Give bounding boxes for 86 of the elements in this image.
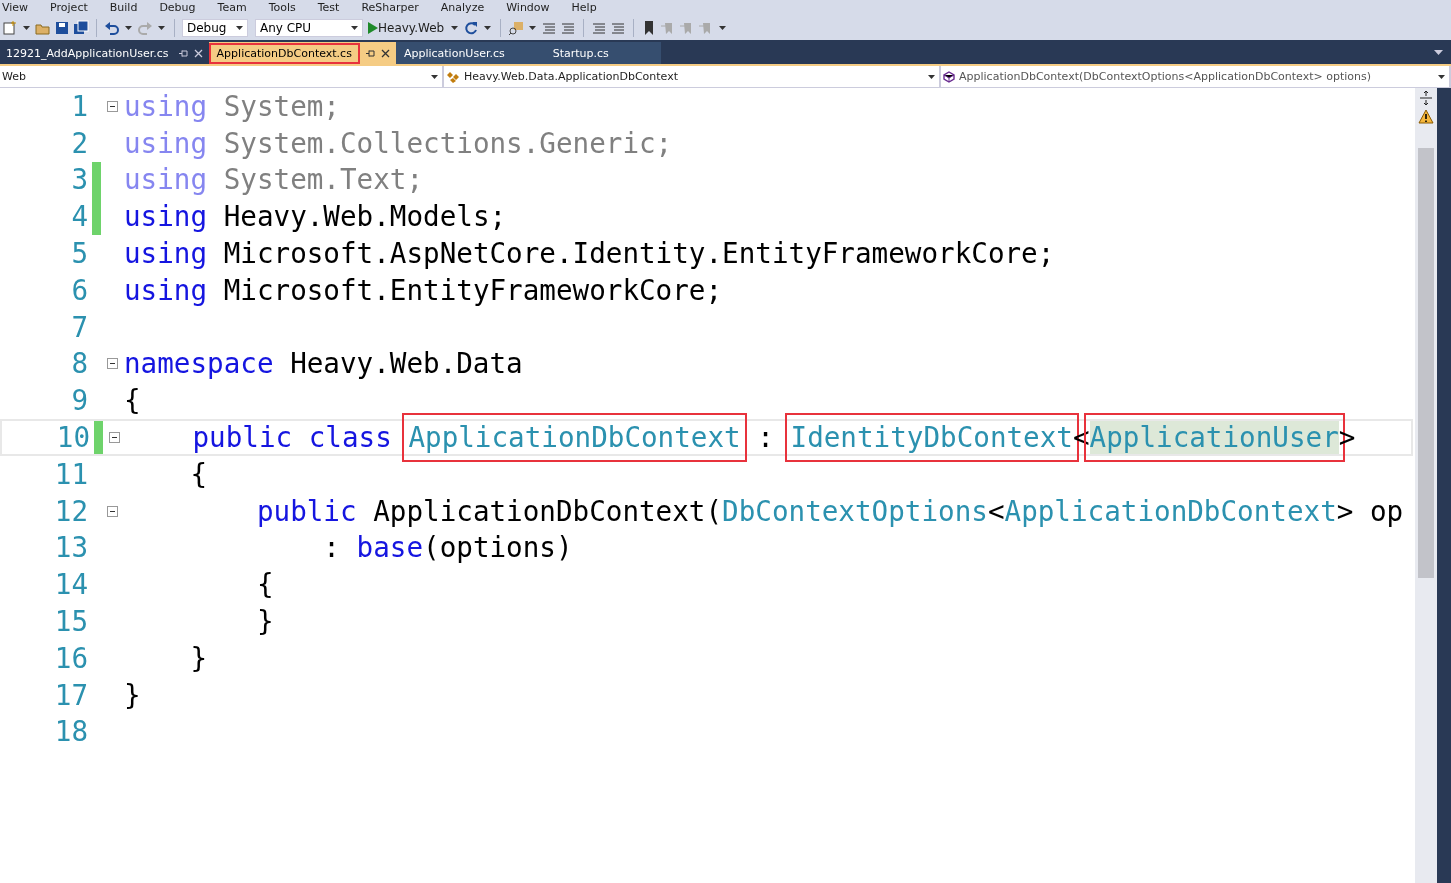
- start-button[interactable]: Heavy.Web: [366, 20, 447, 35]
- line-number: 5: [70, 237, 88, 271]
- caret-icon[interactable]: [236, 25, 243, 30]
- new-project-icon[interactable]: [2, 19, 18, 36]
- line-number: 9: [70, 384, 88, 418]
- line-number: 8: [70, 347, 88, 381]
- menu-item[interactable]: ReSharper: [361, 1, 419, 14]
- code-line: using System;: [124, 89, 340, 123]
- document-tab[interactable]: ApplicationUser.cs: [395, 42, 521, 64]
- document-tab[interactable]: ApplicationDbContext.cs: [208, 42, 396, 64]
- line-number: 17: [53, 678, 88, 712]
- code-line: }: [255, 605, 274, 639]
- platform-dropdown[interactable]: Any CPU: [255, 18, 363, 37]
- code-line: {: [189, 457, 208, 491]
- line-number: 12: [53, 494, 88, 528]
- collapse-icon[interactable]: [107, 100, 118, 112]
- project-dropdown[interactable]: Web: [0, 66, 444, 87]
- line-number: 1: [70, 89, 88, 123]
- menu-item[interactable]: Debug: [159, 1, 196, 14]
- menu-item[interactable]: Analyze: [440, 1, 485, 14]
- code-line: {: [255, 568, 274, 602]
- caret-icon[interactable]: [431, 74, 438, 79]
- line-number: 18: [53, 715, 88, 749]
- code-line: using System.Text;: [124, 163, 424, 197]
- save-icon[interactable]: [54, 19, 70, 36]
- line-number: 13: [53, 531, 88, 565]
- line-number: 7: [70, 310, 88, 344]
- menu-item[interactable]: Test: [317, 1, 340, 14]
- line-number: 3: [70, 163, 88, 197]
- code-line: using Microsoft.EntityFrameworkCore;: [124, 273, 723, 307]
- configuration-dropdown[interactable]: Debug: [182, 18, 248, 37]
- warning-icon[interactable]: [1418, 109, 1434, 125]
- close-icon[interactable]: [380, 48, 390, 58]
- caret-icon[interactable]: [158, 25, 165, 30]
- code-line: {: [124, 384, 141, 418]
- menu-item[interactable]: Help: [571, 1, 597, 14]
- line-number: 4: [70, 200, 88, 234]
- scroll-thumb[interactable]: [1418, 148, 1434, 578]
- code-line: using Microsoft.AspNetCore.Identity.EntityFrameworkCore;: [124, 237, 1055, 271]
- refresh-icon[interactable]: [463, 19, 480, 36]
- caret-icon[interactable]: [529, 25, 537, 30]
- collapse-icon[interactable]: [109, 432, 120, 444]
- menu-item[interactable]: Project: [50, 1, 88, 14]
- code-line: : base(options): [322, 531, 573, 565]
- caret-icon[interactable]: [23, 25, 30, 30]
- line-number: 15: [53, 605, 88, 639]
- menu-item[interactable]: Tools: [268, 1, 296, 14]
- save-all-icon[interactable]: [73, 19, 89, 36]
- caret-icon[interactable]: [451, 25, 459, 30]
- pin-icon[interactable]: [365, 48, 375, 58]
- highlight-frame: ApplicationDbContext.cs: [208, 42, 360, 64]
- vertical-scrollbar[interactable]: [1415, 88, 1437, 883]
- code-line: public ApplicationDbContext(DbContextOptions<ApplicationDbContext> op: [255, 494, 1404, 528]
- line-number: 16: [53, 641, 88, 675]
- caret-icon[interactable]: [928, 74, 935, 79]
- code-line: using Heavy.Web.Models;: [124, 200, 507, 234]
- undo-icon[interactable]: [104, 19, 120, 36]
- menu-item[interactable]: Build: [109, 1, 138, 14]
- caret-icon[interactable]: [1438, 74, 1445, 79]
- split-icon[interactable]: [1418, 90, 1434, 106]
- collapse-icon[interactable]: [107, 358, 118, 370]
- type-dropdown[interactable]: Heavy.Web.Data.ApplicationDbContext: [444, 66, 941, 87]
- play-icon[interactable]: [368, 21, 378, 34]
- menu-item[interactable]: Team: [217, 1, 247, 14]
- code-line: namespace Heavy.Web.Data: [124, 347, 523, 381]
- line-number: 14: [53, 568, 88, 602]
- code-line: using System.Collections.Generic;: [124, 126, 673, 160]
- caret-icon[interactable]: [351, 25, 358, 30]
- collapse-icon[interactable]: [107, 505, 118, 517]
- code-line: }: [189, 641, 208, 675]
- line-number: 2: [70, 126, 88, 160]
- find-icon[interactable]: [508, 19, 525, 36]
- highlight-frame: ApplicationDbContext: [402, 413, 747, 463]
- method-icon[interactable]: [943, 70, 955, 83]
- menu-item[interactable]: View: [2, 1, 29, 14]
- caret-icon[interactable]: [719, 25, 727, 30]
- line-number: 6: [70, 273, 88, 307]
- class-icon[interactable]: [446, 70, 460, 83]
- caret-icon[interactable]: [1434, 50, 1443, 55]
- document-tab[interactable]: Startup.cs: [520, 42, 661, 64]
- caret-icon[interactable]: [484, 25, 492, 30]
- menu-item[interactable]: Window: [506, 1, 550, 14]
- line-number: 11: [53, 457, 88, 491]
- line-number: 10: [55, 421, 90, 455]
- caret-icon[interactable]: [125, 25, 132, 30]
- code-line: }: [124, 678, 141, 712]
